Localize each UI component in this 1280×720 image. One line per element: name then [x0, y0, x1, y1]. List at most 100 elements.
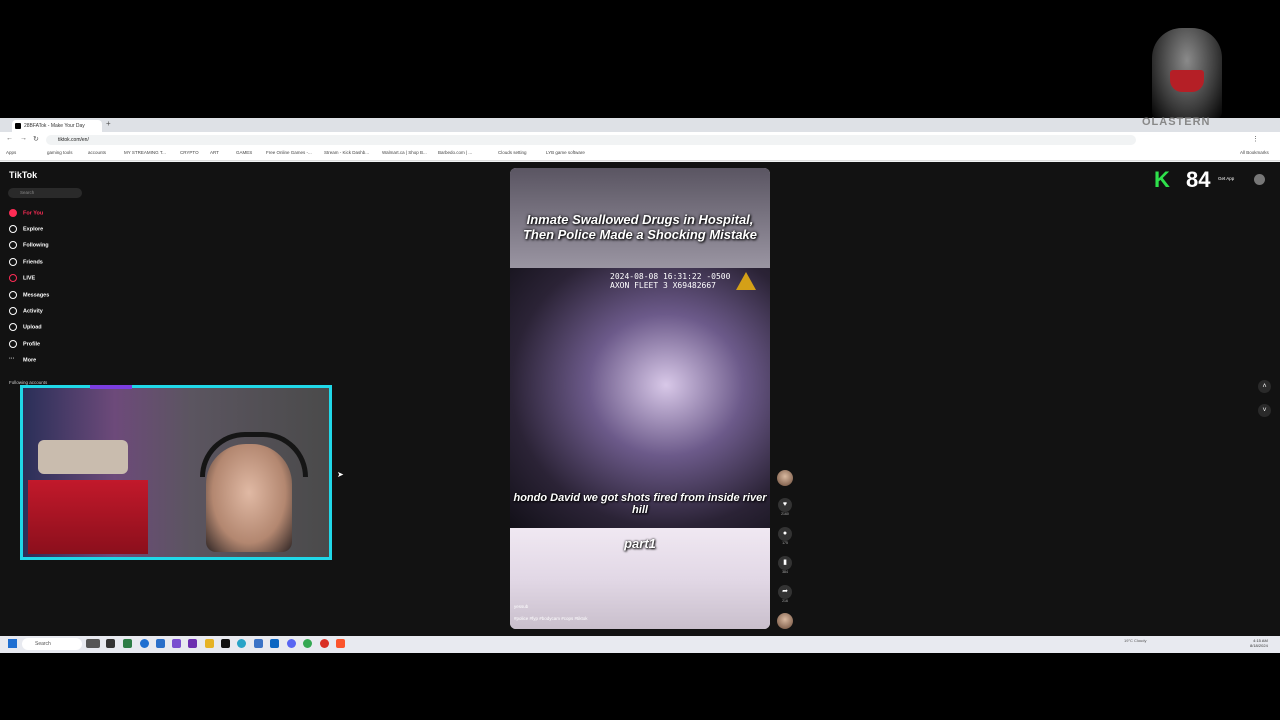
like-button[interactable]: ♥ 2160: [778, 498, 792, 516]
forward-icon[interactable]: →: [20, 135, 27, 142]
bookmark-item[interactable]: CRYPTO: [180, 150, 199, 155]
chrome-icon[interactable]: [303, 639, 312, 648]
search-placeholder: Search: [20, 190, 35, 195]
more-icon: ···: [9, 356, 15, 362]
discord-icon[interactable]: [287, 639, 296, 648]
app-icon[interactable]: [237, 639, 246, 648]
bookmark-item[interactable]: MY STREAMING T...: [124, 150, 166, 155]
widgets-icon[interactable]: [86, 639, 100, 648]
video-hashtags[interactable]: #police #fyp #bodycam #cops #tiktok: [514, 616, 588, 621]
task-view-icon[interactable]: [106, 639, 115, 648]
user-avatar[interactable]: [1254, 174, 1265, 185]
nav-label: More: [23, 357, 37, 364]
menu-icon[interactable]: ⋮: [1252, 135, 1259, 143]
new-tab-icon[interactable]: +: [106, 119, 111, 128]
kick-logo: K: [1154, 167, 1170, 192]
nav-following[interactable]: Following: [9, 241, 49, 249]
edge-icon[interactable]: [140, 639, 149, 648]
video-part-label: part1: [624, 536, 656, 551]
nav-live[interactable]: LIVE: [9, 274, 35, 282]
nav-label: Profile: [23, 341, 41, 348]
bodycam-footage: [510, 268, 770, 528]
tiktok-logo[interactable]: TikTok: [9, 170, 37, 180]
comment-button[interactable]: ● 175: [778, 527, 792, 545]
url-text: tiktok.com/en/: [58, 137, 89, 143]
nav-label: Activity: [23, 308, 43, 315]
nav-activity[interactable]: Activity: [9, 307, 43, 315]
nav-profile[interactable]: Profile: [9, 340, 40, 348]
app-icon[interactable]: [188, 639, 197, 648]
bookmark-item[interactable]: GAMES: [236, 150, 252, 155]
tab-title: 28BFATok - Make Your Day: [24, 123, 85, 129]
all-bookmarks[interactable]: All Bookmarks: [1240, 150, 1269, 155]
brave-icon[interactable]: [336, 639, 345, 648]
nav-label: Friends: [23, 259, 43, 266]
linkedin-icon[interactable]: [270, 639, 279, 648]
nav-messages[interactable]: Messages: [9, 291, 49, 299]
webcam-pillows: [38, 440, 128, 474]
next-video-icon[interactable]: ˅: [1258, 404, 1271, 417]
comment-count: 175: [782, 541, 788, 545]
back-icon[interactable]: ←: [6, 135, 13, 142]
file-explorer-icon[interactable]: [205, 639, 214, 648]
bookmarks-bar: Apps gaming tools accounts MY STREAMING …: [0, 148, 1280, 161]
bookmark-item[interactable]: LYB game software: [546, 150, 585, 155]
nav-upload[interactable]: Upload: [9, 323, 42, 331]
bookmark-item[interactable]: Walmart.ca | Shop B...: [382, 150, 427, 155]
bandana-mask: [1170, 70, 1204, 92]
bookmark-item[interactable]: Barbedo.com | ...: [438, 150, 472, 155]
compass-icon: [9, 225, 17, 233]
reload-icon[interactable]: ↻: [33, 135, 39, 143]
previous-video-icon[interactable]: ˄: [1258, 380, 1271, 393]
sound-disc-icon[interactable]: [777, 613, 793, 629]
app-icon[interactable]: [254, 639, 263, 648]
share-icon: ➦: [778, 585, 792, 599]
browser-tab[interactable]: 28BFATok - Make Your Day: [12, 120, 102, 132]
nav-more[interactable]: ··· More: [9, 356, 36, 364]
video-player[interactable]: Inmate Swallowed Drugs in Hospital, Then…: [510, 168, 770, 629]
taskbar-weather[interactable]: 19°C Cloudy: [1124, 638, 1147, 643]
nav-for-you[interactable]: For You: [9, 209, 43, 217]
bookmark-item[interactable]: gaming tools: [47, 150, 73, 155]
overlay-number: 84: [1186, 167, 1211, 192]
bookmark-button[interactable]: ▮ 384: [778, 556, 792, 574]
nav-friends[interactable]: Friends: [9, 258, 43, 266]
app-icon[interactable]: [156, 639, 165, 648]
taskbar-clock[interactable]: 4:15 AM 8/18/2024: [1250, 638, 1268, 648]
bookmark-item[interactable]: Stream - Kick Dashb...: [324, 150, 369, 155]
get-app-button[interactable]: Get App: [1218, 176, 1234, 181]
windows-start-icon[interactable]: [8, 639, 17, 648]
bookmark-item[interactable]: accounts: [88, 150, 106, 155]
search-input[interactable]: Search: [8, 188, 82, 198]
activity-icon: [9, 307, 17, 315]
url-input[interactable]: tiktok.com/en/: [46, 135, 1136, 145]
video-title-overlay: Inmate Swallowed Drugs in Hospital, Then…: [522, 212, 758, 242]
upload-icon: [9, 323, 17, 331]
creator-avatar[interactable]: [777, 470, 793, 486]
clock-date: 8/18/2024: [1250, 643, 1268, 648]
nav-label: Messages: [23, 292, 50, 299]
video-username[interactable]: yessub: [514, 604, 528, 609]
x-app-icon[interactable]: [221, 639, 230, 648]
nav-explore[interactable]: Explore: [9, 225, 43, 233]
bookmark-item[interactable]: Apps: [6, 150, 16, 155]
bookmark-item[interactable]: Clouds setting: [498, 150, 527, 155]
app-icon[interactable]: [123, 639, 132, 648]
bodycam-timestamp: 2024-08-08 16:31:22 -0500 AXON FLEET 3 X…: [610, 272, 730, 290]
taskbar-search-placeholder: Search: [35, 641, 51, 647]
address-bar-row: ← → ↻ tiktok.com/en/ ⋮: [0, 132, 1280, 148]
axon-logo-icon: [736, 272, 756, 290]
friends-icon: [9, 258, 17, 266]
channel-watermark: OLASTERN: [1142, 116, 1211, 128]
app-icon[interactable]: [172, 639, 181, 648]
app-icon[interactable]: [320, 639, 329, 648]
bookmark-item[interactable]: ART: [210, 150, 219, 155]
share-button[interactable]: ➦ 216: [778, 585, 792, 603]
bookmark-item[interactable]: Free Online Games -...: [266, 150, 312, 155]
timestamp-line: AXON FLEET 3 X69482667: [610, 281, 716, 290]
taskbar-search[interactable]: Search: [22, 638, 82, 650]
nav-label: LIVE: [23, 275, 36, 282]
bookmark-icon: ▮: [778, 556, 792, 570]
profile-icon: [9, 340, 17, 348]
nav-label: Upload: [23, 324, 42, 331]
